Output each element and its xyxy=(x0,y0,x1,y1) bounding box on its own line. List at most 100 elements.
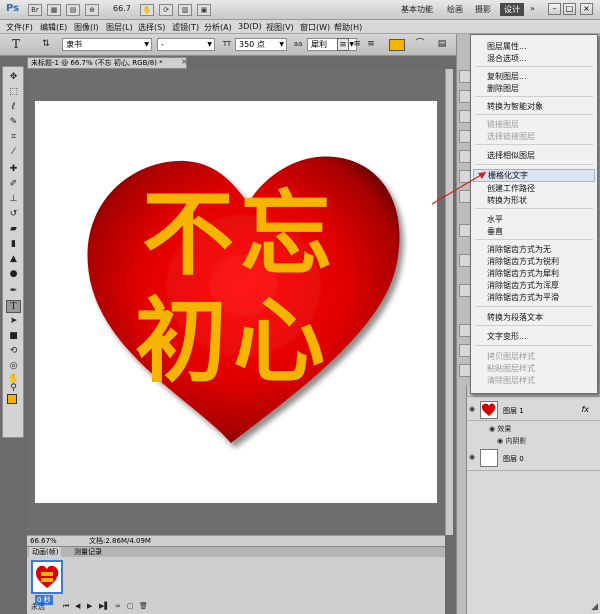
warp-text-icon[interactable]: ⌒ xyxy=(414,38,426,51)
zoom-level[interactable]: 66.7 xyxy=(113,4,131,13)
menu-vertical[interactable]: 垂直 xyxy=(487,226,503,237)
menu-analysis[interactable]: 分析(A) xyxy=(204,22,232,33)
minibridge-icon[interactable]: ▦ xyxy=(47,4,61,16)
workspace-essentials[interactable]: 基本功能 xyxy=(401,4,433,15)
eyedropper-icon[interactable]: ⁄ xyxy=(6,146,21,159)
eye-icon[interactable]: ◉ xyxy=(469,405,475,413)
delete-frame-icon[interactable]: 🗑 xyxy=(139,602,148,610)
menu-warp-text[interactable]: 文字变形... xyxy=(487,331,527,342)
menu-layer[interactable]: 图层(L) xyxy=(106,22,133,33)
resize-grip-icon[interactable]: ◢ xyxy=(591,602,598,612)
workspace-more[interactable]: » xyxy=(530,4,535,13)
quick-select-icon[interactable]: ✎ xyxy=(6,116,21,129)
hand-tool-icon[interactable]: ✋ xyxy=(140,4,154,16)
first-frame-icon[interactable]: ⏮ xyxy=(63,602,69,611)
type-icon[interactable]: T xyxy=(6,300,21,313)
clone-stamp-icon[interactable]: ⊥ xyxy=(6,193,21,206)
text-orientation-icon[interactable]: ⇅ xyxy=(40,38,52,51)
document-tab[interactable]: 未标题-1 @ 66.7% (不忘 初心, RGB/8) * xyxy=(27,57,187,69)
menu-view[interactable]: 视图(V) xyxy=(266,22,294,33)
blur-icon[interactable]: ▲ xyxy=(6,253,21,266)
menu-aa-strong[interactable]: 消除锯齿方式为浑厚 xyxy=(487,280,559,291)
layer1-name[interactable]: 图层 1 xyxy=(503,406,524,416)
align-right-icon[interactable]: ≡ xyxy=(365,38,377,51)
pen-icon[interactable]: ✒ xyxy=(6,285,21,298)
shape-icon[interactable]: ■ xyxy=(6,330,21,343)
anti-alias-select[interactable]: 犀利 ▼ xyxy=(307,38,357,51)
canvas-area[interactable]: 不忘 初心 xyxy=(27,69,445,531)
3d-orbit-icon[interactable]: ◎ xyxy=(6,360,21,373)
fx-icon[interactable]: fx xyxy=(581,405,589,414)
path-select-icon[interactable]: ➤ xyxy=(6,315,21,328)
menu-aa-smooth[interactable]: 消除锯齿方式为平滑 xyxy=(487,292,559,303)
next-frame-icon[interactable]: ▶▌ xyxy=(99,602,110,610)
healing-brush-icon[interactable]: ✚ xyxy=(6,163,21,176)
menu-blending-options[interactable]: 混合选项... xyxy=(487,53,527,64)
type-tool-preset-icon[interactable]: T xyxy=(10,38,22,51)
loop-select[interactable]: 永远 xyxy=(31,602,45,612)
workspace-design[interactable]: 设计 xyxy=(500,3,524,16)
menu-select-similar-layers[interactable]: 选择相似图层 xyxy=(487,150,535,161)
dodge-icon[interactable]: ● xyxy=(6,268,21,281)
play-icon[interactable]: ▶ xyxy=(87,602,92,610)
layer-row-layer1[interactable]: ◉ 图层 1 fx xyxy=(467,399,600,421)
history-brush-icon[interactable]: ↺ xyxy=(6,208,21,221)
menu-layer-properties[interactable]: 图层属性... xyxy=(487,41,527,52)
status-zoom[interactable]: 66.67% xyxy=(30,536,57,546)
menu-aa-none[interactable]: 消除锯齿方式为无 xyxy=(487,244,551,255)
eraser-icon[interactable]: ▰ xyxy=(6,223,21,236)
close-button[interactable]: × xyxy=(580,3,593,15)
new-frame-icon[interactable]: ▢ xyxy=(127,602,134,610)
menu-convert-to-shape[interactable]: 转换为形状 xyxy=(487,195,527,206)
menu-file[interactable]: 文件(F) xyxy=(6,22,33,33)
workspace-painting[interactable]: 绘画 xyxy=(447,4,463,15)
bridge-icon[interactable]: Br xyxy=(28,4,42,16)
font-style-select[interactable]: - ▼ xyxy=(157,38,215,51)
arrange-documents-icon[interactable]: ▥ xyxy=(178,4,192,16)
view-extras-icon[interactable]: ▤ xyxy=(66,4,80,16)
menu-convert-paragraph-text[interactable]: 转换为段落文本 xyxy=(487,312,543,323)
align-left-icon[interactable]: ≡ xyxy=(337,38,349,51)
font-family-select[interactable]: 隶书 ▼ xyxy=(62,38,152,51)
workspace-photography[interactable]: 摄影 xyxy=(475,4,491,15)
eye-icon[interactable]: ◉ xyxy=(469,453,475,461)
zoom-tool-icon[interactable]: ⊕ xyxy=(85,4,99,16)
layer0-name[interactable]: 图层 0 xyxy=(503,454,524,464)
text-color-swatch[interactable] xyxy=(389,39,405,51)
menu-horizontal[interactable]: 水平 xyxy=(487,214,503,225)
vertical-scrollbar[interactable] xyxy=(445,69,453,535)
character-panel-icon[interactable]: ▤ xyxy=(436,38,448,51)
gradient-icon[interactable]: ▮ xyxy=(6,238,21,251)
menu-window[interactable]: 窗口(W) xyxy=(300,22,330,33)
menu-edit[interactable]: 编辑(E) xyxy=(40,22,67,33)
tween-icon[interactable]: ∞ xyxy=(115,602,121,610)
animation-frame-1[interactable] xyxy=(31,560,63,594)
screen-mode-icon[interactable]: ▣ xyxy=(197,4,211,16)
minimize-button[interactable]: – xyxy=(548,3,561,15)
menu-image[interactable]: 图像(I) xyxy=(74,22,99,33)
menu-filter[interactable]: 滤镜(T) xyxy=(172,22,199,33)
menu-delete-layer[interactable]: 删除图层 xyxy=(487,83,519,94)
menu-aa-crisp[interactable]: 消除锯齿方式为犀利 xyxy=(487,268,559,279)
menu-convert-smart-object[interactable]: 转换为智能对象 xyxy=(487,101,543,112)
3d-rotate-icon[interactable]: ⟲ xyxy=(6,345,21,358)
menu-aa-sharp[interactable]: 消除锯齿方式为锐利 xyxy=(487,256,559,267)
menu-3d[interactable]: 3D(D) xyxy=(238,22,262,31)
effects-row[interactable]: ◉ 效果 xyxy=(489,424,511,434)
menu-duplicate-layer[interactable]: 复制图层... xyxy=(487,71,527,82)
prev-frame-icon[interactable]: ◀ xyxy=(75,602,80,610)
tab-animation-frames[interactable]: 动画(帧) xyxy=(29,547,62,557)
marquee-icon[interactable]: ⬚ xyxy=(6,86,21,99)
maximize-button[interactable]: □ xyxy=(563,3,576,15)
crop-icon[interactable]: ⌗ xyxy=(6,131,21,144)
font-size-select[interactable]: 350 点 ▼ xyxy=(235,38,287,51)
foreground-color[interactable] xyxy=(7,394,17,404)
inner-shadow-row[interactable]: ◉ 内阴影 xyxy=(497,436,526,446)
menu-select[interactable]: 选择(S) xyxy=(138,22,165,33)
rotate-view-icon[interactable]: ⟳ xyxy=(159,4,173,16)
close-icon[interactable]: × xyxy=(181,57,188,66)
align-center-icon[interactable]: ≡ xyxy=(351,38,363,51)
document-canvas[interactable]: 不忘 初心 xyxy=(35,101,437,503)
layer-row-layer0[interactable]: ◉ 图层 0 xyxy=(467,447,600,471)
move-icon[interactable]: ✥ xyxy=(6,71,21,84)
